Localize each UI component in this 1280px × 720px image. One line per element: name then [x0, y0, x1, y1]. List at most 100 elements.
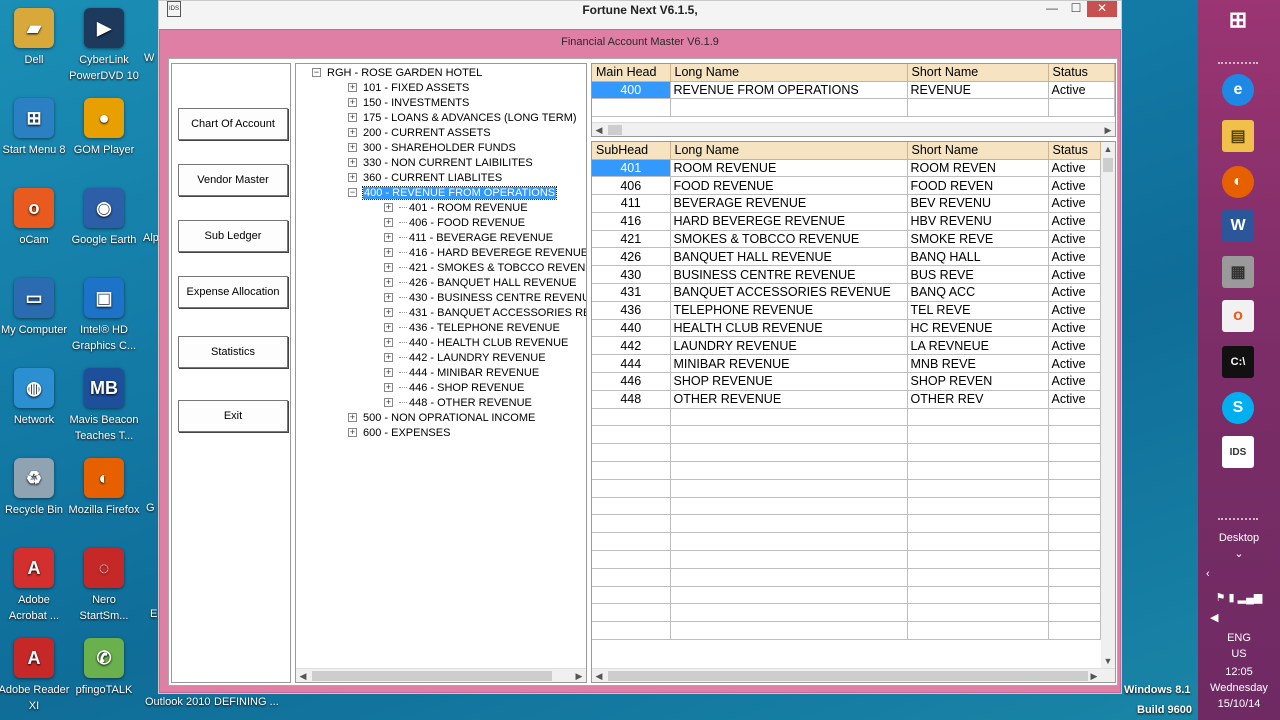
cell-status[interactable]	[1048, 443, 1101, 463]
tree-item-child[interactable]: +401 - ROOM REVENUE	[384, 201, 528, 216]
statistics-button[interactable]: Statistics	[178, 336, 288, 368]
cell-long-name[interactable]: TELEPHONE REVENUE	[670, 301, 908, 320]
expand-icon[interactable]: +	[384, 368, 393, 377]
volume-icon[interactable]: ◀	[1210, 610, 1230, 626]
tree-item-child[interactable]: +411 - BEVERAGE REVENUE	[384, 231, 553, 246]
desktop-icon-gom-player[interactable]: ● GOM Player	[68, 98, 140, 158]
table-row[interactable]: 431 BANQUET ACCESSORIES REVENUE BANQ ACC Ac…	[592, 283, 1101, 302]
desktop-icon-firefox[interactable]: ◐ Mozilla Firefox	[68, 458, 140, 518]
column-header-subhead[interactable]: SubHead	[592, 142, 671, 160]
column-header-long-name[interactable]: Long Name	[670, 64, 908, 82]
cell-status[interactable]	[1048, 461, 1101, 480]
cell-long-name[interactable]	[670, 621, 908, 641]
cell-long-name[interactable]: HARD BEVEREGE REVENUE	[670, 212, 908, 231]
tree-item-group[interactable]: +330 - NON CURRENT LAIBILITES	[348, 156, 533, 171]
cell-status[interactable]: Active	[1048, 247, 1101, 267]
title-bar[interactable]: IDS Fortune Next V6.1.5, — ☐ ✕	[159, 1, 1121, 29]
desktop-icon-computer[interactable]: ▭ My Computer	[0, 278, 70, 338]
cell-short-name[interactable]: BUS REVE	[907, 265, 1049, 285]
cell-subhead[interactable]: 431	[592, 283, 671, 302]
sub-grid-horizontal-scrollbar[interactable]: ◀ ▶	[592, 668, 1115, 682]
table-row-empty[interactable]	[592, 408, 1101, 427]
cell-short-name[interactable]	[907, 408, 1049, 427]
cell-status[interactable]: Active	[1048, 81, 1115, 100]
chevron-left-icon[interactable]: ‹	[1206, 566, 1226, 582]
scroll-left-icon[interactable]: ◀	[592, 123, 606, 136]
word-icon[interactable]: W	[1222, 210, 1254, 242]
cell-status[interactable]: Active	[1048, 354, 1101, 374]
cell-short-name[interactable]	[907, 443, 1049, 463]
column-header-status[interactable]: Status	[1048, 142, 1101, 160]
cell-short-name[interactable]	[907, 461, 1049, 480]
tree-item-child[interactable]: +431 - BANQUET ACCESSORIES REVEN	[384, 306, 586, 321]
cell-status[interactable]	[1048, 479, 1101, 498]
cell-short-name[interactable]: HC REVENUE	[907, 319, 1049, 338]
scroll-left-icon[interactable]: ◀	[592, 669, 606, 682]
cell-subhead[interactable]: 406	[592, 176, 671, 196]
cell-subhead[interactable]: 416	[592, 212, 671, 231]
table-row-empty[interactable]	[592, 425, 1101, 445]
tree-item-child[interactable]: +416 - HARD BEVEREGE REVENUE	[384, 246, 586, 261]
clock-time[interactable]: 12:05	[1198, 664, 1280, 680]
cell-status[interactable]: Active	[1048, 176, 1101, 196]
desktop-icon-mavis-beacon[interactable]: MB Mavis Beacon Teaches T...	[68, 368, 140, 444]
expand-icon[interactable]: +	[348, 113, 357, 122]
cell-long-name[interactable]: SMOKES & TOBCCO REVENUE	[670, 230, 908, 249]
table-row-empty[interactable]	[592, 603, 1101, 623]
expand-icon[interactable]: +	[384, 293, 393, 302]
expand-icon[interactable]: +	[384, 338, 393, 347]
table-row-empty[interactable]	[592, 497, 1101, 516]
cell-long-name[interactable]: BEVERAGE REVENUE	[670, 194, 908, 213]
expand-icon[interactable]: +	[384, 248, 393, 257]
cell-long-name[interactable]: SHOP REVENUE	[670, 372, 908, 391]
desktop-icon-google-earth[interactable]: ◉ Google Earth	[68, 188, 140, 248]
expand-icon[interactable]: +	[384, 398, 393, 407]
chart-of-account-button[interactable]: Chart Of Account	[178, 108, 288, 140]
tree-item-group[interactable]: +150 - INVESTMENTS	[348, 96, 469, 111]
scroll-up-icon[interactable]: ▲	[1101, 142, 1115, 156]
cell-short-name[interactable]: SMOKE REVE	[907, 230, 1049, 249]
tree-item-child[interactable]: +448 - OTHER REVENUE	[384, 396, 532, 411]
cell-status[interactable]: Active	[1048, 390, 1101, 409]
tree-horizontal-scrollbar[interactable]: ◀ ▶	[296, 668, 586, 682]
cell-short-name[interactable]: MNB REVE	[907, 354, 1049, 374]
column-header-status[interactable]: Status	[1048, 64, 1115, 82]
cell-short-name[interactable]	[907, 568, 1049, 587]
cell-short-name[interactable]: SHOP REVEN	[907, 372, 1049, 391]
cell-short-name[interactable]	[907, 603, 1049, 623]
expense-allocation-button[interactable]: Expense Allocation	[178, 276, 288, 308]
tree-item-child[interactable]: +440 - HEALTH CLUB REVENUE	[384, 336, 568, 351]
cell-short-name[interactable]: BANQ HALL	[907, 247, 1049, 267]
cell-long-name[interactable]: MINIBAR REVENUE	[670, 354, 908, 374]
cell-subhead[interactable]: 436	[592, 301, 671, 320]
column-header-short-name[interactable]: Short Name	[907, 64, 1049, 82]
table-row-empty[interactable]	[592, 621, 1101, 641]
table-row[interactable]: 400 REVENUE FROM OPERATIONS REVENUE Acti…	[592, 81, 1115, 100]
cell-short-name[interactable]	[907, 479, 1049, 498]
cell-status[interactable]	[1048, 621, 1101, 641]
cell-subhead[interactable]: 426	[592, 247, 671, 267]
tree-item-child[interactable]: +446 - SHOP REVENUE	[384, 381, 524, 396]
language-eng[interactable]: ENG	[1198, 630, 1280, 646]
grid-app-icon[interactable]: ▦	[1222, 256, 1254, 288]
cell-status[interactable]	[1048, 603, 1101, 623]
desktop-icon-nero[interactable]: ◌ Nero StartSm...	[68, 548, 140, 624]
windows-start-icon[interactable]: ⊞	[1222, 4, 1254, 36]
cell-long-name[interactable]	[670, 497, 908, 516]
cell-long-name[interactable]: LAUNDRY REVENUE	[670, 336, 908, 356]
tree-item-group[interactable]: +175 - LOANS & ADVANCES (LONG TERM)	[348, 111, 577, 126]
cell-subhead[interactable]	[592, 461, 671, 480]
cell-subhead[interactable]: 444	[592, 354, 671, 374]
desktop-icon-adobe-reader[interactable]: A Adobe Reader XI	[0, 638, 70, 714]
table-row[interactable]: 448 OTHER REVENUE OTHER REV Active	[592, 390, 1101, 409]
table-row[interactable]: 421 SMOKES & TOBCCO REVENUE SMOKE REVE Acti…	[592, 230, 1101, 249]
tree-root[interactable]: − RGH - ROSE GARDEN HOTEL	[312, 66, 482, 81]
cell-long-name[interactable]	[670, 550, 908, 569]
cell-short-name[interactable]	[907, 532, 1049, 552]
cell-short-name[interactable]	[907, 586, 1049, 605]
cell-short-name[interactable]	[907, 425, 1049, 445]
scroll-right-icon[interactable]: ▶	[1101, 123, 1115, 136]
cell-long-name[interactable]: HEALTH CLUB REVENUE	[670, 319, 908, 338]
cell-status[interactable]: Active	[1048, 372, 1101, 391]
cell-status[interactable]: Active	[1048, 265, 1101, 285]
